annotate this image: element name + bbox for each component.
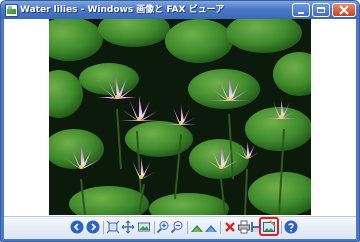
actual-size-button[interactable] [121,220,135,234]
toolbar-separator [187,221,188,234]
close-button[interactable] [332,3,356,17]
water-lilies-photo [49,19,311,215]
rotate-counterclockwise-button[interactable] [204,220,218,234]
fit-to-window-icon [106,220,120,234]
zoom-in-icon [156,221,169,234]
viewer-toolbar [4,216,356,239]
arrow-left-icon [70,220,84,234]
maximize-button[interactable] [312,3,330,17]
image-viewer-window: Water lilies - Windows 画像と FAX ビューア [0,0,360,242]
zoom-in-button[interactable] [156,220,170,234]
zoom-out-icon [170,221,183,234]
title-bar[interactable]: Water lilies - Windows 画像と FAX ビューア [1,1,359,19]
help-icon [284,220,298,234]
minimize-icon [298,12,304,14]
close-icon [339,5,349,15]
water-lilies-image [49,19,311,215]
arrow-right-icon [86,220,100,234]
actual-size-icon [121,220,135,234]
toolbar-separator [154,221,155,234]
best-fit-button[interactable] [106,220,120,234]
rotate-clockwise-button[interactable] [190,220,204,234]
toolbar-separator [103,221,104,234]
slideshow-button[interactable] [137,220,151,234]
next-image-button[interactable] [86,220,100,234]
rotate-clockwise-icon [191,225,203,232]
zoom-out-button[interactable] [170,220,184,234]
slideshow-icon [138,222,150,232]
minimize-button[interactable] [292,3,310,17]
edit-button-highlight [259,217,279,236]
image-viewer-area [4,19,356,215]
client-area [4,19,356,239]
previous-image-button[interactable] [70,220,84,234]
toolbar-separator [220,221,221,234]
picture-viewer-app-icon [5,4,18,17]
delete-x-icon [225,222,235,232]
maximize-icon [317,7,325,13]
help-button[interactable] [284,220,298,234]
window-title: Water lilies - Windows 画像と FAX ビューア [20,5,225,15]
rotate-counterclockwise-icon [205,225,217,232]
toolbar-separator [281,221,282,234]
delete-button[interactable] [223,220,237,234]
